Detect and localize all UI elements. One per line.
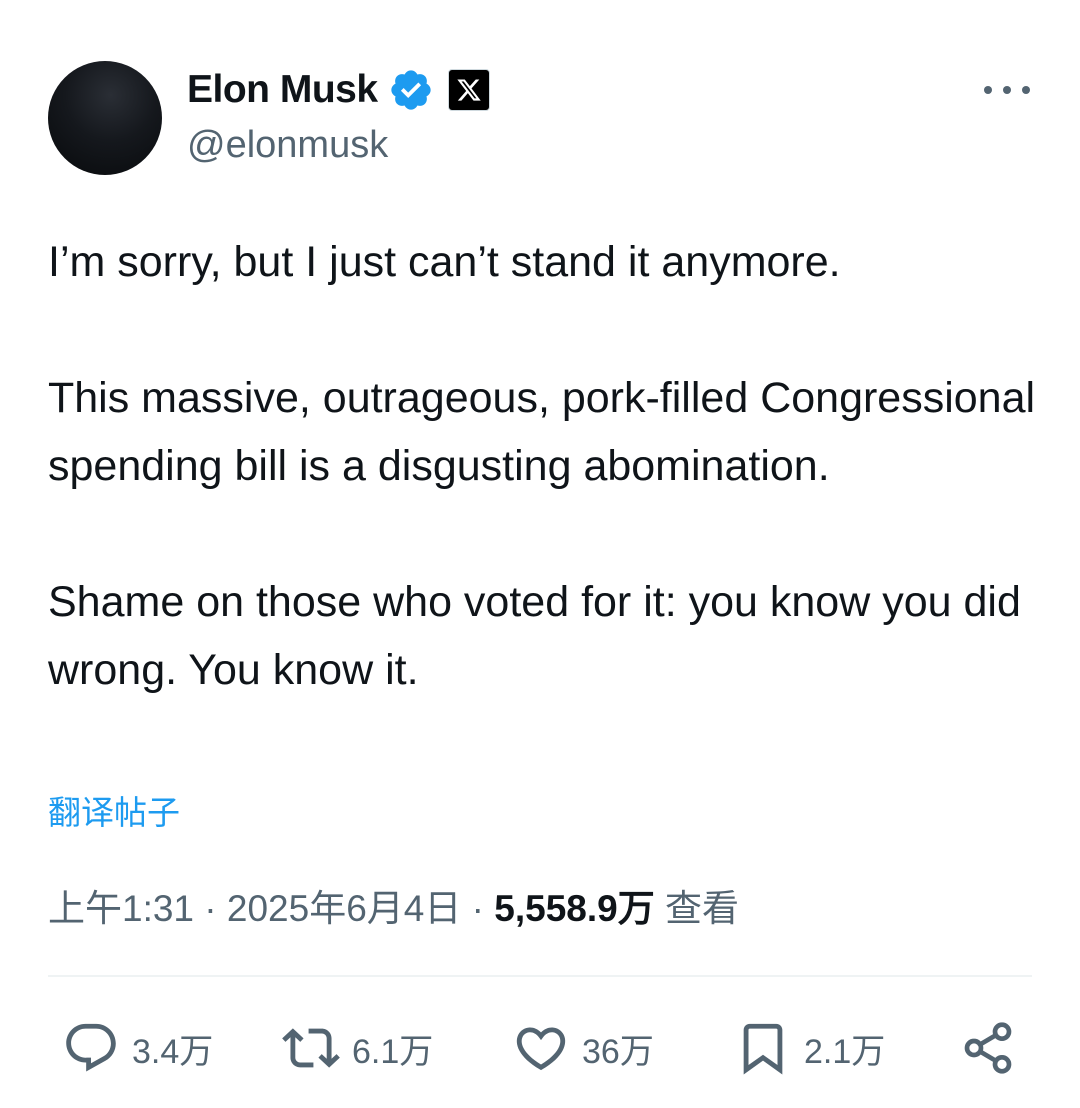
share-icon (964, 1022, 1012, 1074)
reply-icon (66, 1023, 116, 1072)
more-dot (1003, 86, 1011, 94)
tweet-card: Elon Musk @elonmusk I’m sorry, but I jus… (0, 0, 1080, 1108)
bookmark-count: 2.1万 (804, 1032, 886, 1071)
avatar[interactable] (48, 61, 162, 175)
reply-count: 3.4万 (132, 1032, 214, 1071)
x-logo-icon (447, 69, 490, 111)
tweet-meta: 上午1:31 · 2025年6月4日 · 5,558.9万 查看 (48, 878, 739, 932)
more-options-icon[interactable] (984, 80, 1030, 100)
bookmark-icon (743, 1023, 783, 1075)
share-button[interactable] (960, 1018, 1016, 1078)
repost-icon (282, 1028, 340, 1068)
more-dot (1022, 86, 1030, 94)
meta-separator: · (461, 888, 495, 929)
action-bar: 3.4万 6.1万 36万 2.1万 (62, 1018, 1022, 1078)
like-count: 36万 (582, 1032, 654, 1071)
heart-icon (516, 1027, 566, 1071)
tweet-date[interactable]: 2025年6月4日 (227, 888, 461, 929)
more-dot (984, 86, 992, 94)
repost-button[interactable]: 6.1万 (282, 1018, 433, 1078)
verified-badge-icon (390, 70, 431, 110)
tweet-paragraph: I’m sorry, but I just can’t stand it any… (48, 238, 841, 286)
tweet-time[interactable]: 上午1:31 (48, 888, 194, 929)
author-name-row: Elon Musk (187, 66, 490, 114)
views-label: 查看 (665, 888, 739, 929)
views-count[interactable]: 5,558.9万 (494, 888, 654, 929)
author-handle[interactable]: @elonmusk (187, 124, 388, 167)
translate-post-link[interactable]: 翻译帖子 (48, 786, 180, 834)
tweet-paragraph: This massive, outrageous, pork-filled Co… (48, 374, 1036, 490)
bookmark-button[interactable]: 2.1万 (734, 1018, 885, 1078)
meta-separator: · (194, 888, 227, 929)
tweet-paragraph: Shame on those who voted for it: you kno… (48, 578, 1021, 694)
divider (48, 975, 1032, 977)
repost-count: 6.1万 (352, 1032, 434, 1071)
author-display-name[interactable]: Elon Musk (187, 68, 378, 112)
reply-button[interactable]: 3.4万 (62, 1018, 213, 1078)
like-button[interactable]: 36万 (512, 1018, 654, 1078)
tweet-text: I’m sorry, but I just can’t stand it any… (48, 228, 1048, 704)
